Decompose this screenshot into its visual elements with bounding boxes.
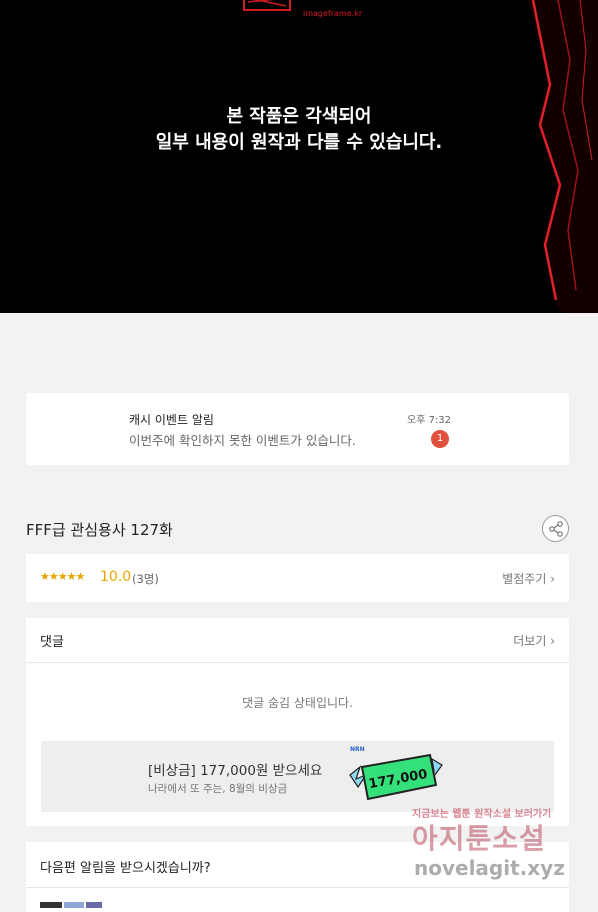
comments-hidden-message: 댓글 숨김 상태입니다. (242, 696, 353, 710)
banner-title: [비상금] 177,000원 받으세요 (148, 763, 323, 779)
share-icon (549, 521, 563, 537)
alert-message: 이번주에 확인하지 못한 이벤트가 있습니다. (129, 433, 356, 448)
cash-event-alert[interactable]: 캐시 이벤트 알림 이번주에 확인하지 못한 이벤트가 있습니다. 오후 7:3… (26, 393, 569, 465)
alert-count-badge: 1 (431, 430, 449, 448)
thumbnail-image[interactable] (40, 902, 62, 908)
episode-title: FFF급 관심용사 127화 (26, 521, 173, 539)
webtoon-image-panel: imageframe.kr 본 작품은 각색되어 일부 내용이 원작과 다를 수… (0, 0, 598, 313)
comments-more-link[interactable]: 더보기 › (513, 632, 555, 649)
comments-card: 댓글 더보기 › 댓글 숨김 상태입니다. [비상금] 177,000원 받으세… (26, 618, 569, 826)
emergency-fund-ad-banner[interactable]: [비상금] 177,000원 받으세요 나라에서 또 주는, 8월의 비상금 N… (41, 741, 554, 812)
thumbnail-image[interactable] (64, 902, 84, 908)
imageframe-logo-icon (243, 0, 291, 11)
comments-title: 댓글 (40, 635, 64, 650)
episode-thumbnails (40, 902, 102, 908)
alert-title: 캐시 이벤트 알림 (129, 413, 214, 427)
rating-score: 10.0 (100, 569, 132, 585)
divider (26, 662, 569, 663)
notify-question: 다음편 알림을 받으시겠습니까? (40, 861, 211, 876)
rating-count: (3명) (132, 572, 159, 586)
divider (26, 887, 569, 888)
red-glitch-decoration (528, 0, 598, 313)
next-episode-notify-card: 다음편 알림을 받으시겠습니까? (26, 842, 569, 912)
share-button[interactable] (542, 515, 569, 542)
thumbnail-image[interactable] (86, 902, 102, 908)
star-rating-icon: ★★★★★ (40, 570, 85, 583)
winged-money-bill-icon: 177,000 (349, 753, 443, 801)
rate-button[interactable]: 별점주기 › (502, 570, 555, 587)
alert-time: 오후 7:32 (407, 415, 452, 426)
banner-subtitle: 나라에서 또 주는, 8월의 비상금 (148, 783, 288, 795)
brand-label: imageframe.kr (303, 9, 363, 18)
rating-card: ★★★★★ 10.0 (3명) 별점주기 › (26, 554, 569, 602)
